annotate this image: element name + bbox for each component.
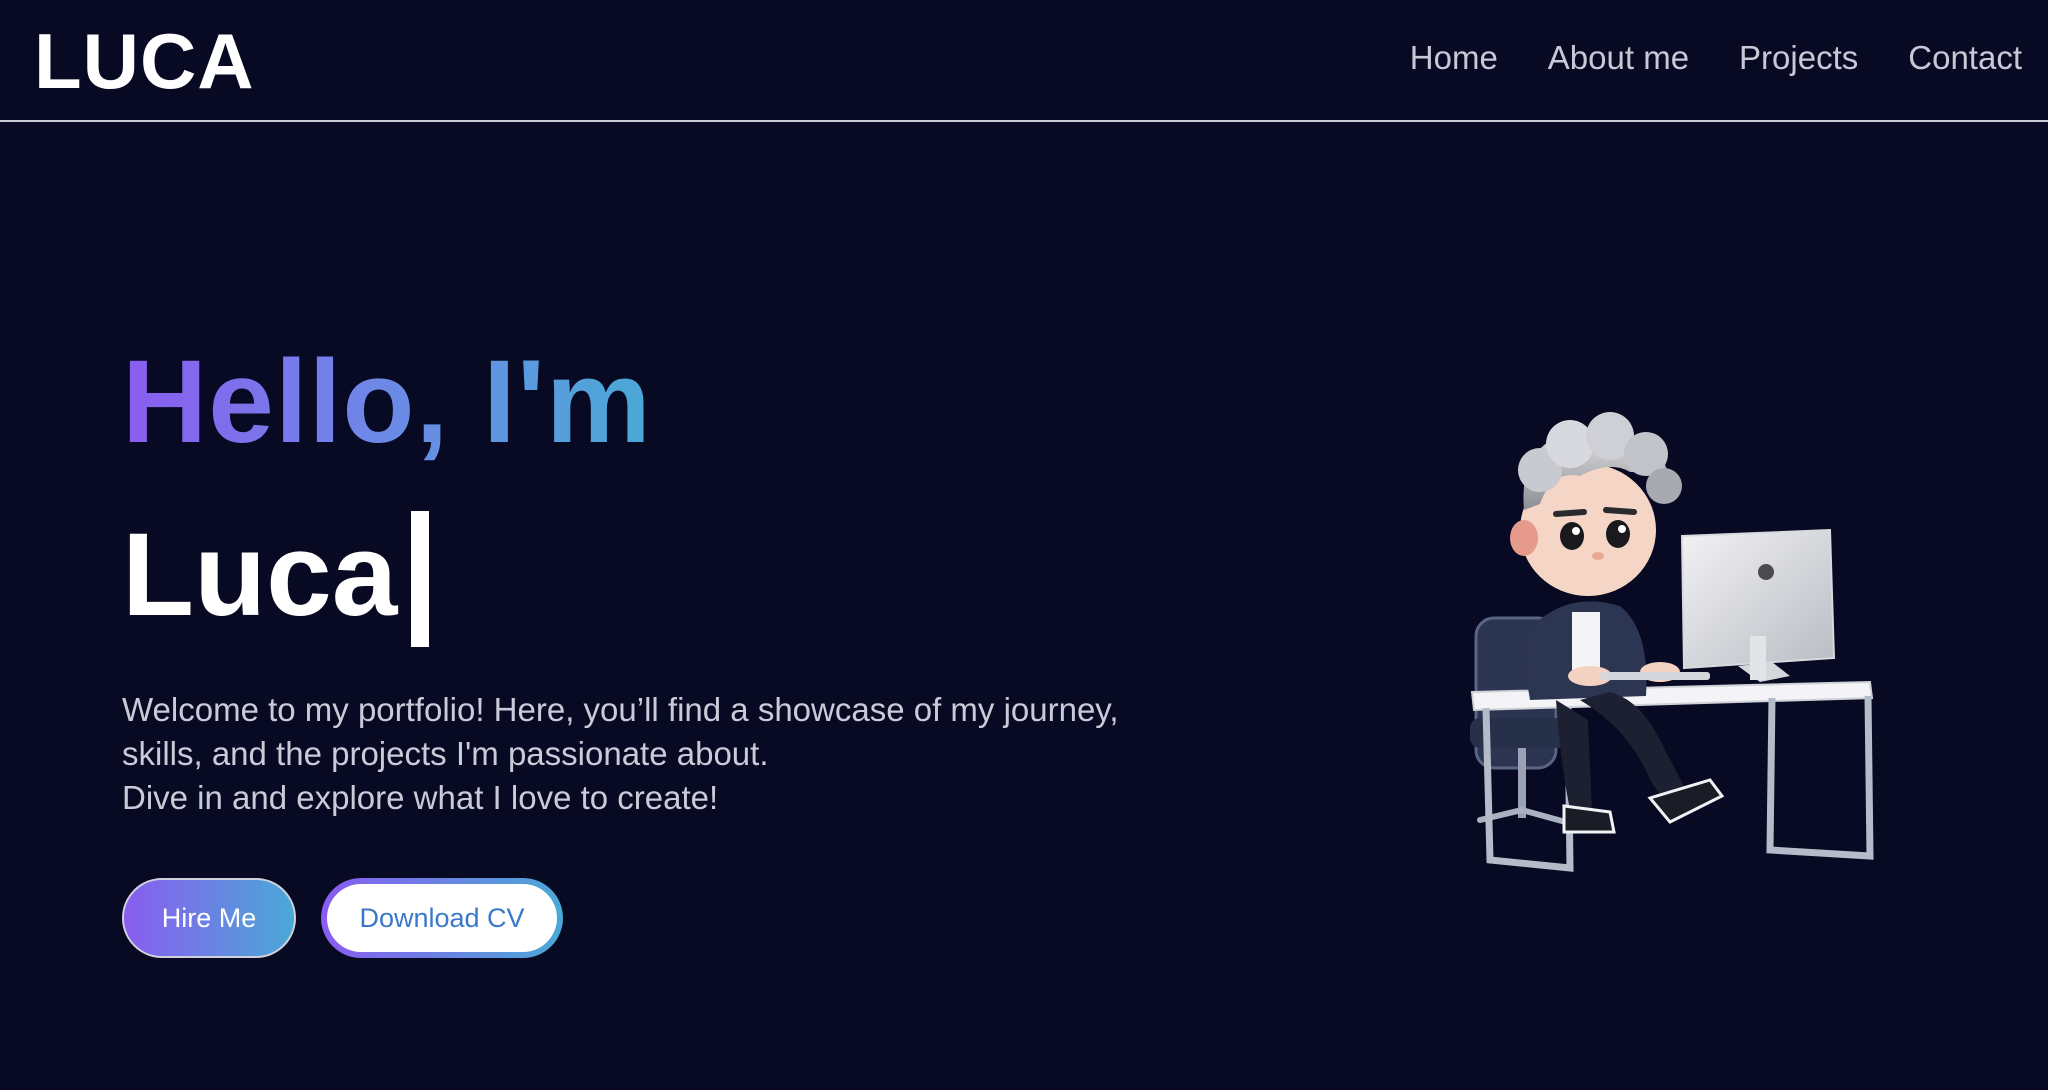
developer-at-desk-illustration — [1470, 412, 1874, 872]
monitor — [1680, 528, 1836, 682]
portfolio-page: LUCA Home About me Projects Contact Hell… — [0, 0, 2048, 1090]
nav-link-home[interactable]: Home — [1410, 36, 1498, 80]
hero-name-row: Luca — [122, 505, 430, 647]
site-header: LUCA Home About me Projects Contact — [0, 0, 2048, 122]
main-nav: Home About me Projects Contact — [1410, 36, 2022, 80]
hire-me-button[interactable]: Hire Me — [122, 878, 296, 958]
intro-line-1: Welcome to my portfolio! Here, you’ll fi… — [122, 691, 1119, 728]
intro-line-2: skills, and the projects I'm passionate … — [122, 735, 769, 772]
typing-caret — [411, 511, 430, 647]
nav-link-contact[interactable]: Contact — [1908, 36, 2022, 80]
hero-greeting: Hello, I'm — [122, 336, 652, 468]
hero-name: Luca — [122, 509, 398, 641]
intro-line-3: Dive in and explore what I love to creat… — [122, 779, 719, 816]
nav-link-projects[interactable]: Projects — [1739, 36, 1858, 80]
download-cv-button[interactable]: Download CV — [321, 878, 563, 958]
hero-intro: Welcome to my portfolio! Here, you’ll fi… — [122, 688, 1222, 820]
site-logo[interactable]: LUCA — [34, 16, 255, 106]
character-head — [1510, 412, 1682, 596]
download-cv-label: Download CV — [327, 884, 557, 952]
nav-link-about-me[interactable]: About me — [1548, 36, 1689, 80]
